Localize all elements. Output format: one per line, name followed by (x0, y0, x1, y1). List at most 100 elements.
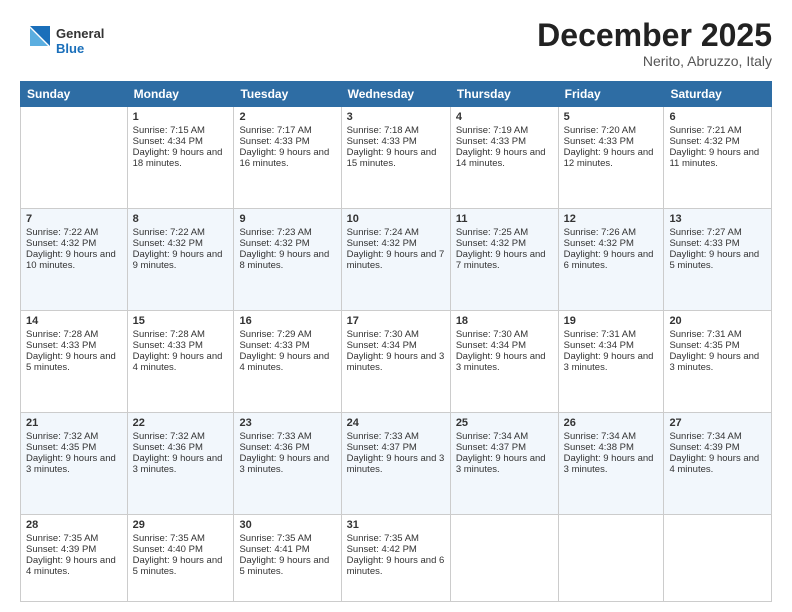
sunset-text: Sunset: 4:33 PM (239, 136, 335, 147)
day-cell: 30Sunrise: 7:35 AMSunset: 4:41 PMDayligh… (234, 515, 341, 602)
daylight-text: Daylight: 9 hours and 3 minutes. (564, 351, 659, 373)
day-cell (558, 515, 664, 602)
day-cell: 8Sunrise: 7:22 AMSunset: 4:32 PMDaylight… (127, 209, 234, 311)
daylight-text: Daylight: 9 hours and 9 minutes. (133, 249, 229, 271)
daylight-text: Daylight: 9 hours and 5 minutes. (239, 555, 335, 577)
sunset-text: Sunset: 4:40 PM (133, 544, 229, 555)
sunrise-text: Sunrise: 7:35 AM (133, 533, 229, 544)
day-number: 13 (669, 213, 766, 225)
sunset-text: Sunset: 4:32 PM (26, 238, 122, 249)
week-row-5: 28Sunrise: 7:35 AMSunset: 4:39 PMDayligh… (21, 515, 772, 602)
day-number: 31 (347, 519, 445, 531)
day-cell: 14Sunrise: 7:28 AMSunset: 4:33 PMDayligh… (21, 311, 128, 413)
day-cell: 7Sunrise: 7:22 AMSunset: 4:32 PMDaylight… (21, 209, 128, 311)
logo: General Blue (20, 18, 130, 68)
header-row: SundayMondayTuesdayWednesdayThursdayFrid… (21, 82, 772, 107)
day-number: 29 (133, 519, 229, 531)
day-number: 30 (239, 519, 335, 531)
sunrise-text: Sunrise: 7:34 AM (456, 431, 553, 442)
day-cell: 31Sunrise: 7:35 AMSunset: 4:42 PMDayligh… (341, 515, 450, 602)
sunrise-text: Sunrise: 7:23 AM (239, 227, 335, 238)
daylight-text: Daylight: 9 hours and 5 minutes. (133, 555, 229, 577)
week-row-3: 14Sunrise: 7:28 AMSunset: 4:33 PMDayligh… (21, 311, 772, 413)
calendar-body: 1Sunrise: 7:15 AMSunset: 4:34 PMDaylight… (21, 107, 772, 602)
day-cell: 3Sunrise: 7:18 AMSunset: 4:33 PMDaylight… (341, 107, 450, 209)
day-number: 11 (456, 213, 553, 225)
sunrise-text: Sunrise: 7:33 AM (347, 431, 445, 442)
sunrise-text: Sunrise: 7:35 AM (239, 533, 335, 544)
day-number: 21 (26, 417, 122, 429)
sunrise-text: Sunrise: 7:34 AM (564, 431, 659, 442)
day-number: 19 (564, 315, 659, 327)
daylight-text: Daylight: 9 hours and 3 minutes. (347, 453, 445, 475)
day-cell: 4Sunrise: 7:19 AMSunset: 4:33 PMDaylight… (450, 107, 558, 209)
header-cell-saturday: Saturday (664, 82, 772, 107)
daylight-text: Daylight: 9 hours and 7 minutes. (347, 249, 445, 271)
sunset-text: Sunset: 4:34 PM (456, 340, 553, 351)
sunrise-text: Sunrise: 7:19 AM (456, 125, 553, 136)
header-cell-tuesday: Tuesday (234, 82, 341, 107)
sunrise-text: Sunrise: 7:30 AM (456, 329, 553, 340)
day-cell: 9 Sunrise: 7:23 AMSunset: 4:32 PMDaylight… (234, 209, 341, 311)
day-number: 20 (669, 315, 766, 327)
day-cell (664, 515, 772, 602)
week-row-2: 7Sunrise: 7:22 AMSunset: 4:32 PMDaylight… (21, 209, 772, 311)
sunset-text: Sunset: 4:33 PM (347, 136, 445, 147)
sunrise-text: Sunrise: 7:28 AM (133, 329, 229, 340)
daylight-text: Daylight: 9 hours and 3 minutes. (669, 351, 766, 373)
sunrise-text: Sunrise: 7:26 AM (564, 227, 659, 238)
header-cell-sunday: Sunday (21, 82, 128, 107)
daylight-text: Daylight: 9 hours and 4 minutes. (133, 351, 229, 373)
sunset-text: Sunset: 4:32 PM (669, 136, 766, 147)
day-cell: 20Sunrise: 7:31 AMSunset: 4:35 PMDayligh… (664, 311, 772, 413)
calendar-table: SundayMondayTuesdayWednesdayThursdayFrid… (20, 81, 772, 602)
day-number: 9 (239, 213, 335, 225)
sunrise-text: Sunrise: 7:21 AM (669, 125, 766, 136)
day-cell: 28Sunrise: 7:35 AMSunset: 4:39 PMDayligh… (21, 515, 128, 602)
header-cell-wednesday: Wednesday (341, 82, 450, 107)
daylight-text: Daylight: 9 hours and 3 minutes. (456, 351, 553, 373)
daylight-text: Daylight: 9 hours and 14 minutes. (456, 147, 553, 169)
sunrise-text: Sunrise: 7:15 AM (133, 125, 229, 136)
day-number: 8 (133, 213, 229, 225)
daylight-text: Daylight: 9 hours and 4 minutes. (239, 351, 335, 373)
daylight-text: Daylight: 9 hours and 5 minutes. (26, 351, 122, 373)
sunrise-text: Sunrise: 7:17 AM (239, 125, 335, 136)
day-cell: 27Sunrise: 7:34 AMSunset: 4:39 PMDayligh… (664, 413, 772, 515)
sunset-text: Sunset: 4:37 PM (347, 442, 445, 453)
sunrise-text: Sunrise: 7:28 AM (26, 329, 122, 340)
daylight-text: Daylight: 9 hours and 12 minutes. (564, 147, 659, 169)
sunrise-text: Sunrise: 7:32 AM (133, 431, 229, 442)
daylight-text: Daylight: 9 hours and 11 minutes. (669, 147, 766, 169)
day-cell (21, 107, 128, 209)
day-cell: 13Sunrise: 7:27 AMSunset: 4:33 PMDayligh… (664, 209, 772, 311)
sunset-text: Sunset: 4:34 PM (564, 340, 659, 351)
daylight-text: Daylight: 9 hours and 4 minutes. (669, 453, 766, 475)
svg-text:Blue: Blue (56, 41, 84, 56)
sunset-text: Sunset: 4:35 PM (669, 340, 766, 351)
daylight-text: Daylight: 9 hours and 18 minutes. (133, 147, 229, 169)
day-cell: 5Sunrise: 7:20 AMSunset: 4:33 PMDaylight… (558, 107, 664, 209)
title-block: December 2025 Nerito, Abruzzo, Italy (537, 18, 772, 69)
calendar-header: SundayMondayTuesdayWednesdayThursdayFrid… (21, 82, 772, 107)
day-number: 14 (26, 315, 122, 327)
sunset-text: Sunset: 4:33 PM (239, 340, 335, 351)
week-row-1: 1Sunrise: 7:15 AMSunset: 4:34 PMDaylight… (21, 107, 772, 209)
sunset-text: Sunset: 4:32 PM (239, 238, 335, 249)
sunset-text: Sunset: 4:39 PM (669, 442, 766, 453)
daylight-text: Daylight: 9 hours and 8 minutes. (239, 249, 335, 271)
sunrise-text: Sunrise: 7:30 AM (347, 329, 445, 340)
sunset-text: Sunset: 4:37 PM (456, 442, 553, 453)
day-cell: 25Sunrise: 7:34 AMSunset: 4:37 PMDayligh… (450, 413, 558, 515)
day-number: 3 (347, 111, 445, 123)
day-number: 2 (239, 111, 335, 123)
sunset-text: Sunset: 4:38 PM (564, 442, 659, 453)
day-number: 26 (564, 417, 659, 429)
sunset-text: Sunset: 4:42 PM (347, 544, 445, 555)
day-number: 23 (239, 417, 335, 429)
week-row-4: 21Sunrise: 7:32 AMSunset: 4:35 PMDayligh… (21, 413, 772, 515)
svg-text:General: General (56, 26, 104, 41)
day-cell: 23Sunrise: 7:33 AMSunset: 4:36 PMDayligh… (234, 413, 341, 515)
day-cell: 2Sunrise: 7:17 AMSunset: 4:33 PMDaylight… (234, 107, 341, 209)
sunrise-text: Sunrise: 7:27 AM (669, 227, 766, 238)
